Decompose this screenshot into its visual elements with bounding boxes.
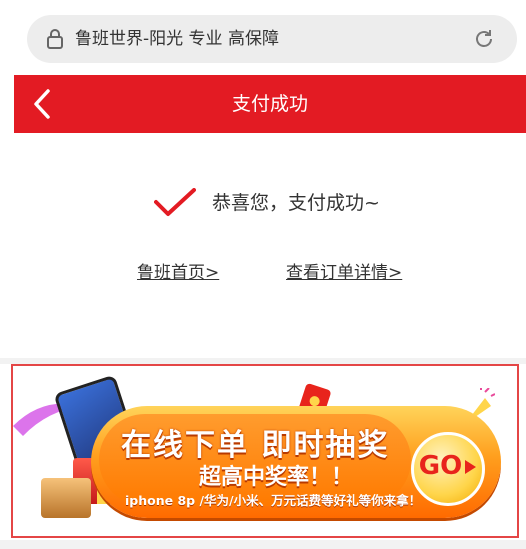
gold-box-image bbox=[41, 478, 91, 518]
play-icon bbox=[465, 459, 477, 474]
go-label: GO bbox=[418, 451, 463, 481]
page-title: 支付成功 bbox=[231, 93, 308, 115]
home-link[interactable]: 鲁班首页> bbox=[137, 258, 219, 283]
promo-banner[interactable]: 在线下单 即时抽奖 超高中奖率！！ iphone 8p /华为/小米、万元话费等… bbox=[11, 364, 519, 538]
banner-caption: iphone 8p /华为/小米、万元话费等好礼等你来拿！ bbox=[125, 493, 422, 508]
address-bar[interactable]: 鲁班世界-阳光 专业 高保障 bbox=[27, 15, 517, 63]
order-detail-link[interactable]: 查看订单详情> bbox=[286, 258, 402, 283]
reload-icon[interactable] bbox=[473, 28, 495, 50]
banner-subhead: 超高中奖率！！ bbox=[199, 465, 354, 490]
success-message: 恭喜您，支付成功~ bbox=[212, 192, 380, 214]
banner-headline: 在线下单 即时抽奖 bbox=[121, 428, 390, 463]
check-icon bbox=[154, 188, 196, 216]
page-header: 支付成功 bbox=[14, 75, 526, 133]
bottom-strip bbox=[0, 540, 526, 549]
lock-icon bbox=[47, 29, 63, 49]
browser-bar: 鲁班世界-阳光 专业 高保障 bbox=[0, 0, 526, 72]
url-text: 鲁班世界-阳光 专业 高保障 bbox=[75, 29, 279, 49]
success-panel: 恭喜您，支付成功~ 鲁班首页> 查看订单详情> bbox=[14, 133, 526, 358]
go-button[interactable]: GO bbox=[411, 432, 485, 506]
